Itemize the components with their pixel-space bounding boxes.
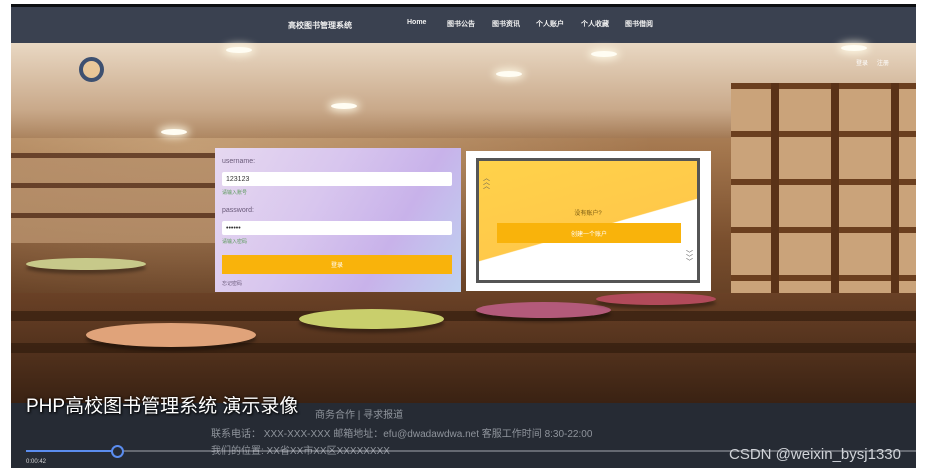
- login-submit-button[interactable]: 登录: [222, 255, 452, 274]
- password-input[interactable]: [222, 221, 452, 235]
- library-hero: 登录 注册 username: 请输入账号 password: 请输入密码 登录…: [11, 43, 916, 403]
- username-input[interactable]: [222, 172, 452, 186]
- nav-item-favorites[interactable]: 个人收藏: [581, 19, 609, 29]
- nav-item-account[interactable]: 个人账户: [536, 19, 564, 29]
- register-question: 没有账户?: [574, 211, 602, 217]
- floor-cushion: [299, 309, 444, 329]
- watermark: CSDN @weixin_bysj1330: [729, 446, 901, 463]
- footer-links[interactable]: 商务合作 | 寻求报道: [315, 406, 403, 421]
- login-link[interactable]: 登录: [856, 58, 868, 67]
- username-hint: 请输入账号: [222, 190, 248, 196]
- footer-contact: 联系电话： XXX-XXX-XXX 邮箱地址：efu@dwadawdwa.net…: [211, 429, 593, 440]
- nav-item-notices[interactable]: 图书公告: [447, 19, 475, 29]
- site-logo[interactable]: [79, 57, 104, 82]
- video-progress-fill: [26, 450, 117, 452]
- nav-item-borrow[interactable]: 图书借阅: [625, 19, 653, 29]
- video-progress-knob[interactable]: [110, 445, 124, 458]
- nav-item-home[interactable]: Home: [407, 19, 426, 26]
- password-hint: 请输入密码: [222, 239, 248, 245]
- floor-cushion: [596, 293, 716, 305]
- site-title[interactable]: 高校图书管理系统: [288, 20, 352, 31]
- navbar: 高校图书管理系统 Home 图书公告 图书资讯 个人账户 个人收藏 图书借阅: [11, 7, 916, 43]
- floor-cushion: [86, 323, 256, 347]
- ceiling-light: [841, 45, 867, 51]
- nav-item-news[interactable]: 图书资讯: [492, 19, 520, 29]
- ceiling-light: [226, 47, 252, 53]
- floor-cushion: [476, 302, 611, 318]
- forgot-password-link[interactable]: 忘记密码: [222, 280, 242, 287]
- left-bookshelf: [11, 153, 221, 243]
- video-title: PHP高校图书管理系统 演示录像: [26, 396, 299, 417]
- video-current-time: 0:00:42: [26, 459, 47, 465]
- ceiling-light: [591, 51, 617, 57]
- ceiling-light: [161, 129, 187, 135]
- chevrons-up-icon: ︿ ︿ ︿: [483, 175, 490, 190]
- username-label: username:: [222, 158, 256, 165]
- register-link[interactable]: 注册: [877, 58, 889, 67]
- ceiling-light: [496, 71, 522, 77]
- floor-cushion: [26, 258, 146, 270]
- chevrons-down-icon: ﹀ ﹀ ﹀: [686, 251, 693, 266]
- create-account-button[interactable]: 创建一个账户: [497, 223, 681, 243]
- password-label: password:: [222, 207, 254, 214]
- ceiling-light: [331, 103, 357, 109]
- floor-step: [11, 311, 916, 321]
- register-panel: ︿ ︿ ︿ ﹀ ﹀ ﹀ 没有账户? 创建一个账户: [466, 151, 711, 291]
- register-panel-frame: ︿ ︿ ︿ ﹀ ﹀ ﹀ 没有账户? 创建一个账户: [476, 158, 700, 283]
- login-form: username: 请输入账号 password: 请输入密码 登录 忘记密码: [215, 148, 461, 292]
